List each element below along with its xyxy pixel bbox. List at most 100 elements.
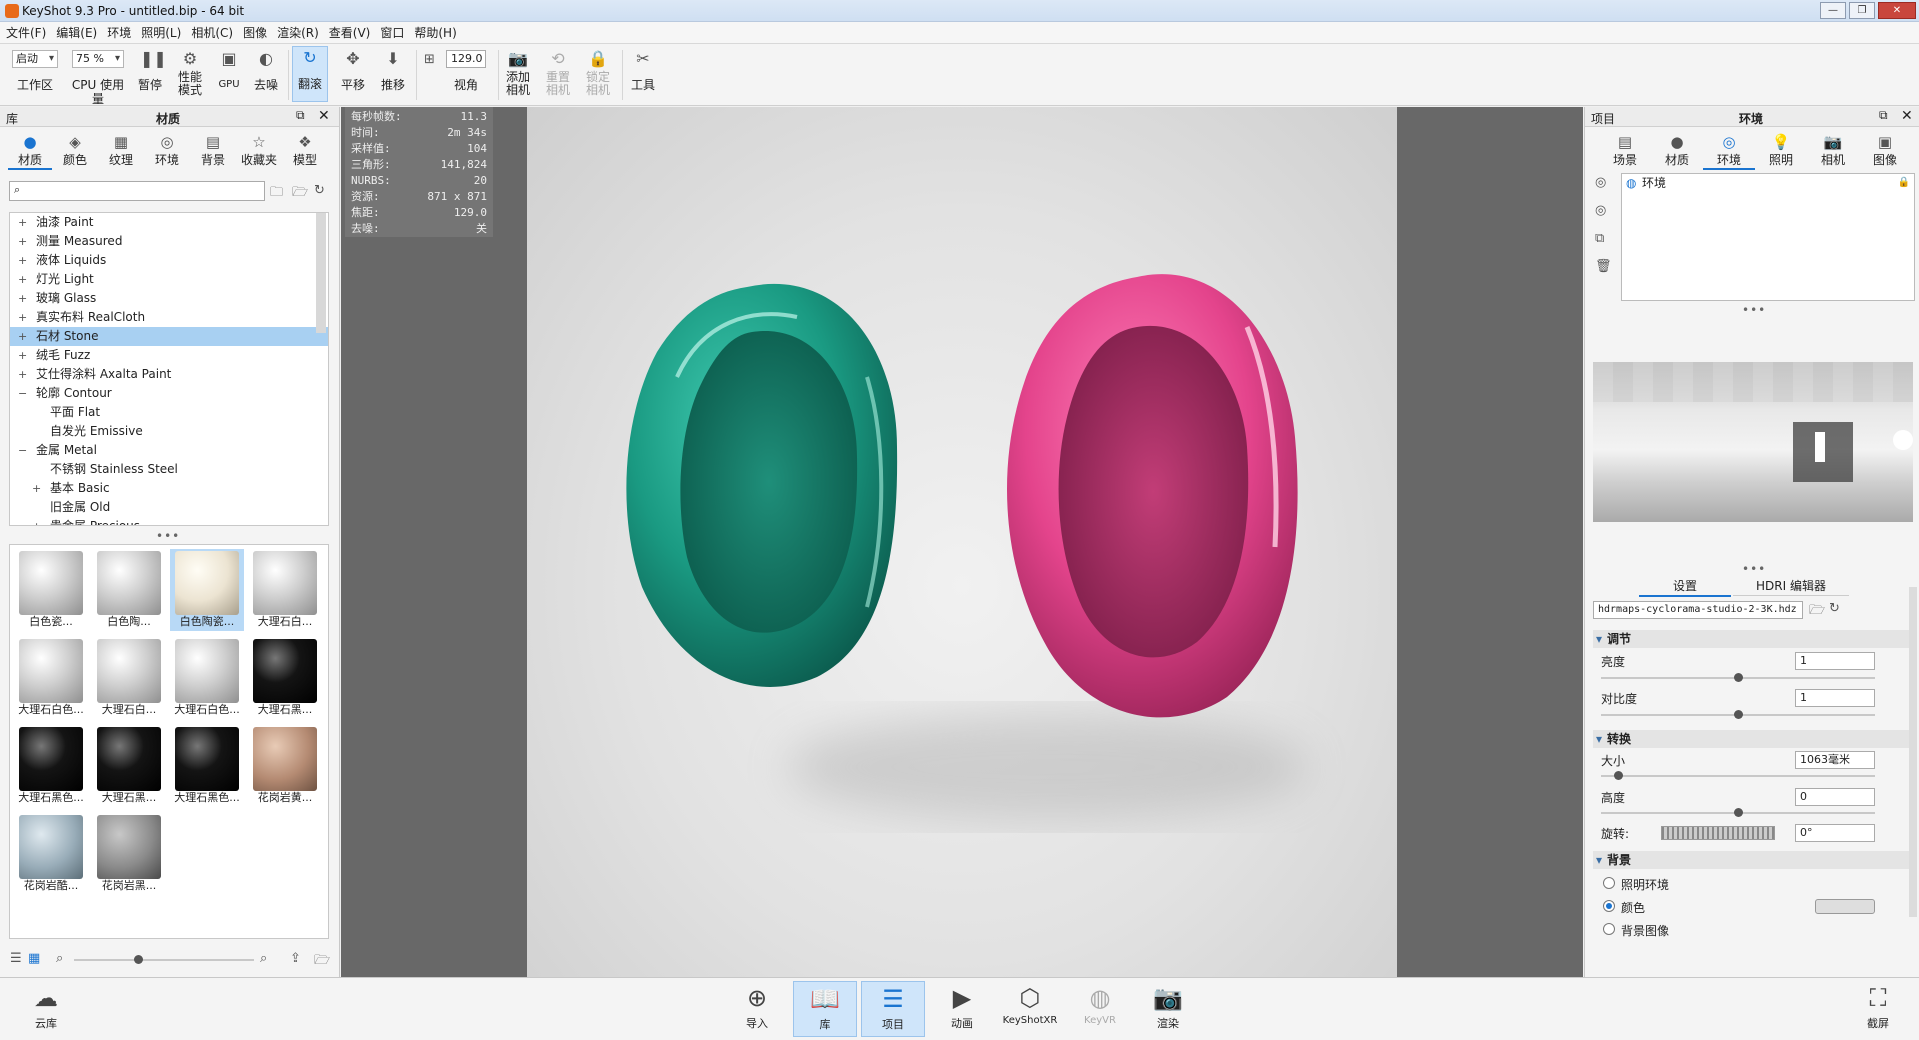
menu-environment[interactable]: 环境 [107,24,131,41]
menu-file[interactable]: 文件(F) [6,24,46,41]
menu-render[interactable]: 渲染(R) [277,24,319,41]
expand-icon[interactable]: + [18,365,27,384]
adjust-section-header[interactable]: 调节 [1593,630,1911,648]
tab-image[interactable]: ▣ 图像 [1859,133,1911,170]
rotation-dial[interactable] [1661,826,1775,840]
tree-item[interactable]: + 贵金属 Precious [10,517,328,525]
fov-input[interactable]: 129.0 [446,50,486,68]
thumbnail-size-slider[interactable] [74,955,254,964]
tree-item[interactable]: + 石材 Stone [10,327,328,346]
size-input[interactable]: 1063毫米 [1795,751,1875,769]
environment-list-item[interactable]: ◍ 环境 🔒 [1622,174,1914,192]
keyvr-button[interactable]: ◍ KeyVR [1068,981,1132,1037]
expand-icon[interactable]: + [18,251,27,270]
pan-button[interactable]: ✥ 平移 [336,48,370,93]
tree-item[interactable]: + 油漆 Paint [10,213,328,232]
keyshotxr-button[interactable]: ⬡ KeyShotXR [998,981,1062,1037]
expand-icon[interactable]: + [32,479,41,498]
material-thumbnail[interactable]: 白色陶瓷... [170,549,244,631]
bg-color-radio[interactable] [1603,900,1615,912]
height-input[interactable]: 0 [1795,788,1875,806]
render-button[interactable]: 📷 渲染 [1136,981,1200,1037]
menu-lighting[interactable]: 照明(L) [141,24,181,41]
hdri-file-field[interactable]: hdrmaps-cyclorama-studio-2-3K.hdz [1593,601,1803,619]
tab-lighting[interactable]: 💡 照明 [1755,133,1807,170]
tree-item[interactable]: 自发光 Emissive [10,422,328,441]
add-camera-button[interactable]: 📷 添加 相机 [500,48,536,97]
brightness-slider[interactable] [1601,673,1875,682]
folder-icon[interactable]: 🗀 [270,183,283,205]
brightness-input[interactable]: 1 [1795,652,1875,670]
settings-scrollbar[interactable] [1909,587,1917,917]
refresh-icon[interactable]: ↻ [1829,601,1840,616]
animation-button[interactable]: ▶ 动画 [930,981,994,1037]
tree-item[interactable]: 旧金属 Old [10,498,328,517]
close-panel-icon[interactable]: ✕ [318,108,330,124]
collapse-icon[interactable]: − [18,384,27,403]
menu-image[interactable]: 图像 [243,24,267,41]
reset-camera-button[interactable]: ⟲ 重置 相机 [540,48,576,97]
contrast-slider[interactable] [1601,710,1875,719]
splitter-handle[interactable]: ••• [1742,303,1766,317]
screenshot-button[interactable]: ⛶ 截屏 [1846,981,1910,1037]
denoise-button[interactable]: ◐ 去噪 [250,48,282,93]
list-view-icon[interactable]: ☰ [10,951,22,966]
tab-backplates[interactable]: ▤ 背景 [190,133,236,170]
tree-item[interactable]: + 液体 Liquids [10,251,328,270]
tree-item[interactable]: + 绒毛 Fuzz [10,346,328,365]
duplicate-environment-icon[interactable]: ◎ [1595,203,1606,218]
tab-textures[interactable]: ▦ 纹理 [98,133,144,170]
collapse-icon[interactable]: − [18,441,27,460]
tree-item[interactable]: − 轮廓 Contour [10,384,328,403]
tab-material[interactable]: ● 材质 [1651,133,1703,170]
add-folder-icon[interactable]: 🗁 [292,183,308,205]
tumble-button[interactable]: ↻ 翻滚 [292,46,328,102]
tree-item[interactable]: 不锈钢 Stainless Steel [10,460,328,479]
library-button[interactable]: 📖 库 [793,981,857,1037]
gpu-button[interactable]: ▣ GPU [214,48,244,92]
tree-item[interactable]: + 测量 Measured [10,232,328,251]
tree-item[interactable]: + 真实布料 RealCloth [10,308,328,327]
copy-environment-icon[interactable]: ⧉ [1595,231,1604,246]
rotation-input[interactable]: 0° [1795,824,1875,842]
tree-item[interactable]: + 艾仕得涂料 Axalta Paint [10,365,328,384]
bg-color-swatch[interactable] [1815,899,1875,914]
material-thumbnail[interactable]: 花岗岩黄... [248,725,322,807]
menu-help[interactable]: 帮助(H) [414,24,456,41]
render-viewport[interactable]: 每秒帧数: 11.3 时间: 2m 34s 采样值: 104 三角形: 141,824 NURB… [341,107,1583,977]
bg-lighting-radio[interactable] [1603,877,1615,889]
delete-icon[interactable]: 🗑 [1595,259,1612,274]
menu-view[interactable]: 查看(V) [329,24,371,41]
add-environment-icon[interactable]: ◎ [1595,175,1606,190]
tab-colors[interactable]: ◈ 颜色 [52,133,98,170]
material-thumbnail[interactable]: 大理石白色... [170,637,244,719]
expand-icon[interactable]: + [18,213,27,232]
cloud-library-button[interactable]: ☁ 云库 [14,981,78,1037]
lock-camera-button[interactable]: 🔒 锁定 相机 [580,48,616,97]
workspace-select[interactable]: 启动 [12,50,58,68]
import-button[interactable]: ⊕ 导入 [725,981,789,1037]
undock-icon[interactable]: ⧉ [1879,108,1888,123]
expand-icon[interactable]: + [18,327,27,346]
splitter-handle[interactable]: ••• [1742,562,1766,576]
size-slider[interactable] [1601,771,1875,780]
tree-item[interactable]: + 基本 Basic [10,479,328,498]
library-search-input[interactable]: ⌕ [9,181,265,201]
material-thumbnail[interactable]: 大理石黑色... [170,725,244,807]
material-thumbnail[interactable]: 白色陶... [92,549,166,631]
hdri-preview[interactable] [1593,362,1913,522]
height-slider[interactable] [1601,808,1875,817]
expand-icon[interactable]: + [18,346,27,365]
splitter-handle[interactable]: ••• [156,529,180,543]
minimize-button[interactable]: — [1820,2,1846,19]
expand-icon[interactable]: + [32,517,41,525]
material-thumbnail[interactable]: 白色瓷... [14,549,88,631]
menu-edit[interactable]: 编辑(E) [56,24,97,41]
close-panel-icon[interactable]: ✕ [1901,108,1913,124]
material-thumbnail[interactable]: 大理石白... [248,549,322,631]
material-thumbnail[interactable]: 大理石黑... [248,637,322,719]
tab-camera[interactable]: 📷 相机 [1807,133,1859,170]
material-thumbnail[interactable]: 大理石白色... [14,637,88,719]
material-thumbnail[interactable]: 大理石白... [92,637,166,719]
cpu-usage-select[interactable]: 75 % [72,50,124,68]
